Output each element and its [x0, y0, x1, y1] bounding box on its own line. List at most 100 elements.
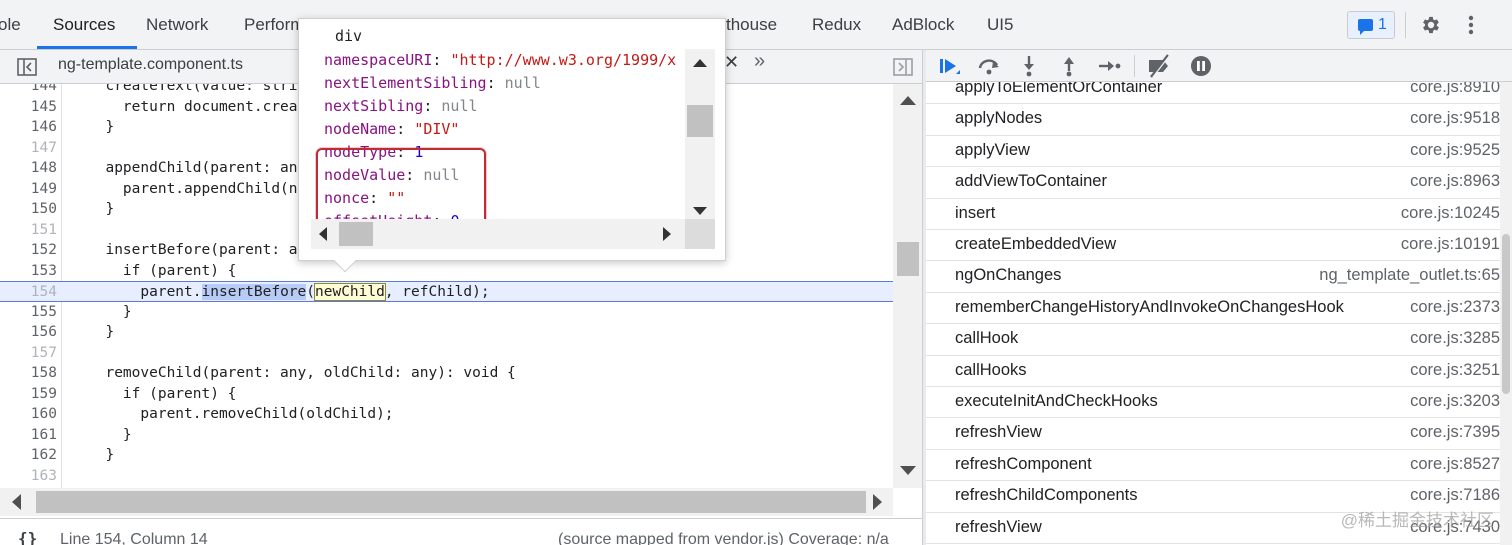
line-number[interactable]: 154	[0, 282, 57, 303]
step-over-icon[interactable]	[976, 53, 1002, 79]
call-frame-location[interactable]: core.js:2373	[1410, 298, 1500, 317]
deactivate-breakpoints-icon[interactable]	[1146, 53, 1172, 79]
scroll-left-icon[interactable]	[12, 494, 21, 510]
popover-horizontal-scrollbar[interactable]	[311, 219, 685, 249]
call-frame[interactable]: executeInitAndCheckHooks core.js:3203	[926, 387, 1500, 419]
line-number[interactable]: 158	[0, 363, 57, 384]
call-frame[interactable]: refreshComponent core.js:8527	[926, 450, 1500, 482]
line-number[interactable]: 148	[0, 158, 57, 179]
code-line[interactable]: 161 }	[0, 425, 893, 446]
call-frame-location[interactable]: core.js:3203	[1410, 392, 1500, 411]
line-number[interactable]: 156	[0, 322, 57, 343]
call-frame[interactable]: applyToElementOrContainer core.js:8910	[926, 82, 1500, 105]
line-number[interactable]: 147	[0, 138, 57, 159]
resume-icon[interactable]	[936, 53, 962, 79]
call-frame-location[interactable]: core.js:3251	[1410, 361, 1500, 380]
scroll-left-icon[interactable]	[319, 227, 327, 241]
scrollbar-thumb[interactable]	[1502, 234, 1510, 394]
line-number[interactable]: 144	[0, 84, 57, 97]
gear-icon[interactable]	[1420, 14, 1442, 36]
call-frame[interactable]: rememberChangeHistoryAndInvokeOnChangesH…	[926, 293, 1500, 325]
code-line[interactable]: 163	[0, 466, 893, 487]
hovered-expression[interactable]: newChild	[314, 283, 386, 301]
pretty-print-button[interactable]: {}	[18, 529, 37, 545]
popover-vertical-scrollbar[interactable]	[685, 49, 715, 227]
tab-sources[interactable]: Sources	[53, 0, 115, 50]
line-number[interactable]: 146	[0, 117, 57, 138]
tab-console[interactable]: ole	[0, 0, 21, 50]
call-frame-location[interactable]: core.js:7186	[1410, 486, 1500, 505]
call-frame-location[interactable]: core.js:9525	[1410, 141, 1500, 160]
call-frame[interactable]: addViewToContainer core.js:8963	[926, 167, 1500, 199]
issues-button[interactable]: 1	[1347, 11, 1395, 39]
call-frame-location[interactable]: core.js:9518	[1410, 109, 1500, 128]
line-number[interactable]: 149	[0, 179, 57, 200]
line-number[interactable]: 145	[0, 97, 57, 118]
scroll-right-icon[interactable]	[873, 494, 882, 510]
scroll-up-icon[interactable]	[693, 59, 707, 67]
step-out-icon[interactable]	[1056, 53, 1082, 79]
step-into-icon[interactable]	[1016, 53, 1042, 79]
code-line[interactable]: 160 parent.removeChild(oldChild);	[0, 404, 893, 425]
tab-performance[interactable]: Perform	[244, 0, 304, 50]
code-line[interactable]: 159 if (parent) {	[0, 384, 893, 405]
call-frame-location[interactable]: ng_template_outlet.ts:65	[1319, 266, 1500, 285]
code-line[interactable]: 162 }	[0, 445, 893, 466]
scroll-down-icon[interactable]	[900, 466, 916, 475]
tab-ui5[interactable]: UI5	[987, 0, 1013, 50]
scroll-down-icon[interactable]	[693, 207, 707, 215]
variable-hover-popover[interactable]: div namespaceURI: "http://www.w3.org/199…	[298, 18, 726, 273]
call-frame[interactable]: insert core.js:10245	[926, 199, 1500, 230]
line-number[interactable]: 155	[0, 302, 57, 323]
line-number[interactable]: 150	[0, 199, 57, 220]
more-options-icon[interactable]	[1464, 14, 1478, 36]
line-number[interactable]: 152	[0, 240, 57, 261]
line-number[interactable]: 161	[0, 425, 57, 446]
call-frame-location[interactable]: core.js:8527	[1410, 455, 1500, 474]
tab-redux[interactable]: Redux	[812, 0, 861, 50]
editor-horizontal-scrollbar[interactable]	[0, 488, 893, 516]
scroll-up-icon[interactable]	[900, 96, 916, 105]
line-number[interactable]: 160	[0, 404, 57, 425]
tab-adblock[interactable]: AdBlock	[892, 0, 954, 50]
code-line[interactable]: 154 parent.insertBefore(newChild, refChi…	[0, 281, 893, 302]
call-frame-location[interactable]: core.js:10191	[1401, 235, 1500, 254]
tab-network[interactable]: Network	[146, 0, 208, 50]
pause-on-exceptions-icon[interactable]	[1188, 53, 1214, 79]
line-number[interactable]: 162	[0, 445, 57, 466]
code-line[interactable]: 157	[0, 343, 893, 364]
editor-vertical-scrollbar[interactable]	[893, 84, 922, 488]
close-tab-icon[interactable]: ✕	[724, 52, 739, 73]
call-frame[interactable]: createEmbeddedView core.js:10191	[926, 230, 1500, 262]
call-stack-scrollbar[interactable]	[1500, 82, 1512, 545]
line-number[interactable]: 159	[0, 384, 57, 405]
code-line[interactable]: 155 }	[0, 302, 893, 323]
toggle-debugger-icon[interactable]	[892, 56, 914, 78]
call-frame-location[interactable]: core.js:8963	[1410, 172, 1500, 191]
code-line[interactable]: 156 }	[0, 322, 893, 343]
call-frame-location[interactable]: core.js:10245	[1401, 204, 1500, 223]
scrollbar-thumb[interactable]	[687, 105, 713, 137]
tab-lighthouse[interactable]: thouse	[726, 0, 777, 50]
scroll-right-icon[interactable]	[663, 227, 671, 241]
call-frame[interactable]: applyNodes core.js:9518	[926, 104, 1500, 136]
code-line[interactable]: 153 if (parent) {	[0, 261, 893, 282]
call-frame-location[interactable]: core.js:8910	[1410, 82, 1500, 97]
call-frame[interactable]: ngOnChanges ng_template_outlet.ts:65	[926, 261, 1500, 293]
highlighted-call[interactable]: insertBefore	[201, 284, 307, 300]
call-frame[interactable]: applyView core.js:9525	[926, 136, 1500, 168]
line-number[interactable]: 153	[0, 261, 57, 282]
step-icon[interactable]	[1096, 53, 1122, 79]
more-tabs-icon[interactable]: »	[754, 50, 765, 73]
call-frame[interactable]: callHooks core.js:3251	[926, 356, 1500, 387]
toggle-navigator-icon[interactable]	[16, 56, 38, 78]
scrollbar-thumb[interactable]	[339, 222, 373, 246]
file-tab-ng-template[interactable]: ng-template.component.ts	[58, 50, 243, 84]
call-frame-location[interactable]: core.js:3285	[1410, 329, 1500, 348]
call-frame[interactable]: refreshView core.js:7395	[926, 418, 1500, 450]
line-number[interactable]: 163	[0, 466, 57, 487]
line-number[interactable]: 157	[0, 343, 57, 364]
line-number[interactable]: 151	[0, 220, 57, 241]
scrollbar-thumb[interactable]	[897, 242, 919, 276]
code-line[interactable]: 158 removeChild(parent: any, oldChild: a…	[0, 363, 893, 384]
